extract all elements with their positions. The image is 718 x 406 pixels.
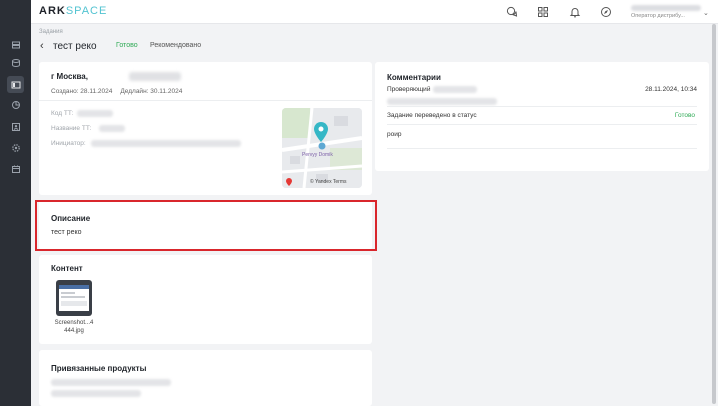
location-map[interactable]: Pervyy Domik © Yandex Terms xyxy=(282,108,362,188)
divider xyxy=(39,100,372,101)
compass-icon xyxy=(601,7,611,17)
sidebar-item-database[interactable] xyxy=(7,54,24,71)
comment-meta-redacted xyxy=(387,98,497,105)
file-thumbnail[interactable] xyxy=(56,280,92,316)
task-info-card: г Москва, Создано: 28.11.2024 Дедлайн: 30… xyxy=(39,62,372,195)
thumbnail-image xyxy=(59,285,89,311)
place-marker-icon xyxy=(318,142,326,150)
code-value-redacted xyxy=(77,110,113,117)
back-arrow-icon[interactable]: ‹ xyxy=(40,40,44,52)
product-redacted xyxy=(51,390,141,397)
map-attribution[interactable]: © Yandex Terms xyxy=(310,179,346,185)
chart-icon xyxy=(11,100,20,109)
apps-button[interactable] xyxy=(536,5,550,19)
navigation-button[interactable] xyxy=(599,5,613,19)
comment-date: 28.11.2024, 10:34 xyxy=(645,86,697,93)
address-redacted xyxy=(129,72,181,81)
divider xyxy=(387,124,697,125)
code-label: Код ТТ: xyxy=(51,110,74,117)
map-place-label: Pervyy Domik xyxy=(302,152,333,158)
app-logo[interactable]: ARKSPACE xyxy=(39,5,107,17)
sidebar-item-layers[interactable] xyxy=(7,36,24,53)
product-redacted xyxy=(51,379,171,386)
comments-card: Комментарии Проверяющий 28.11.2024, 10:3… xyxy=(375,62,709,171)
sidebar-item-chart[interactable] xyxy=(7,96,24,113)
initiator-label: Инициатор: xyxy=(51,140,86,147)
top-bar: ARKSPACE Оператор дистрибу... ⌄ xyxy=(31,0,718,24)
file-name[interactable]: Screenshot...4 444.jpg xyxy=(51,319,97,335)
tasks-icon xyxy=(11,81,20,88)
name-value-redacted xyxy=(99,125,125,132)
name-label: Название ТТ: xyxy=(51,125,92,132)
bell-icon xyxy=(569,8,581,18)
database-icon xyxy=(11,58,20,67)
status-badge-recommended: Рекомендовано xyxy=(150,42,202,49)
comment-author-redacted xyxy=(433,86,477,93)
initiator-value-redacted xyxy=(91,140,241,147)
location-pin-icon xyxy=(314,122,328,142)
comment-message: роир xyxy=(387,131,402,138)
user-name-redacted xyxy=(631,5,701,11)
user-role: Оператор дистрибу... xyxy=(631,13,685,19)
page-title: тест реко xyxy=(53,41,97,52)
file-name-line2: 444.jpg xyxy=(64,328,84,334)
chat-icon xyxy=(506,6,518,17)
people-icon xyxy=(11,122,20,131)
linked-products-card: Привязанные продукты xyxy=(39,350,372,406)
created-date: Создано: 28.11.2024 xyxy=(51,88,113,95)
comment-author-label: Проверяющий xyxy=(387,86,431,93)
settings-icon xyxy=(11,143,20,152)
red-pin-icon xyxy=(286,178,292,186)
breadcrumb[interactable]: Задания xyxy=(39,29,63,35)
chat-button[interactable] xyxy=(505,5,519,19)
grid-icon xyxy=(538,7,548,17)
content-title: Контент xyxy=(51,264,83,273)
sidebar-item-calendar[interactable] xyxy=(7,160,24,177)
comment-status-value: Готово xyxy=(674,112,695,119)
logo-accent: SPACE xyxy=(65,5,108,17)
sidebar-item-people[interactable] xyxy=(7,118,24,135)
file-name-line1: Screenshot...4 xyxy=(54,320,94,326)
sidebar xyxy=(0,0,31,406)
user-menu[interactable]: Оператор дистрибу... ⌄ xyxy=(629,3,709,21)
chevron-down-icon: ⌄ xyxy=(703,10,709,17)
comment-status-text: Задание переведено в статус xyxy=(387,112,477,119)
status-badge-done: Готово xyxy=(116,42,138,49)
calendar-icon xyxy=(11,165,20,173)
linked-products-title: Привязанные продукты xyxy=(51,364,147,373)
comments-title: Комментарии xyxy=(387,73,441,82)
logo-main: ARK xyxy=(39,5,66,17)
notifications-button[interactable] xyxy=(568,5,582,19)
deadline-date: Дедлайн: 30.11.2024 xyxy=(120,88,183,95)
content-card: Контент Screenshot...4 444.jpg xyxy=(39,255,372,344)
scrollbar-thumb[interactable] xyxy=(712,24,716,404)
highlight-box xyxy=(35,200,377,251)
sidebar-item-settings[interactable] xyxy=(7,139,24,156)
divider xyxy=(387,106,697,107)
layers-icon xyxy=(11,41,20,48)
divider xyxy=(387,148,697,149)
address-title: г Москва, xyxy=(51,72,88,81)
sidebar-item-tasks[interactable] xyxy=(7,76,24,93)
task-dates: Создано: 28.11.2024 Дедлайн: 30.11.2024 xyxy=(51,88,182,95)
